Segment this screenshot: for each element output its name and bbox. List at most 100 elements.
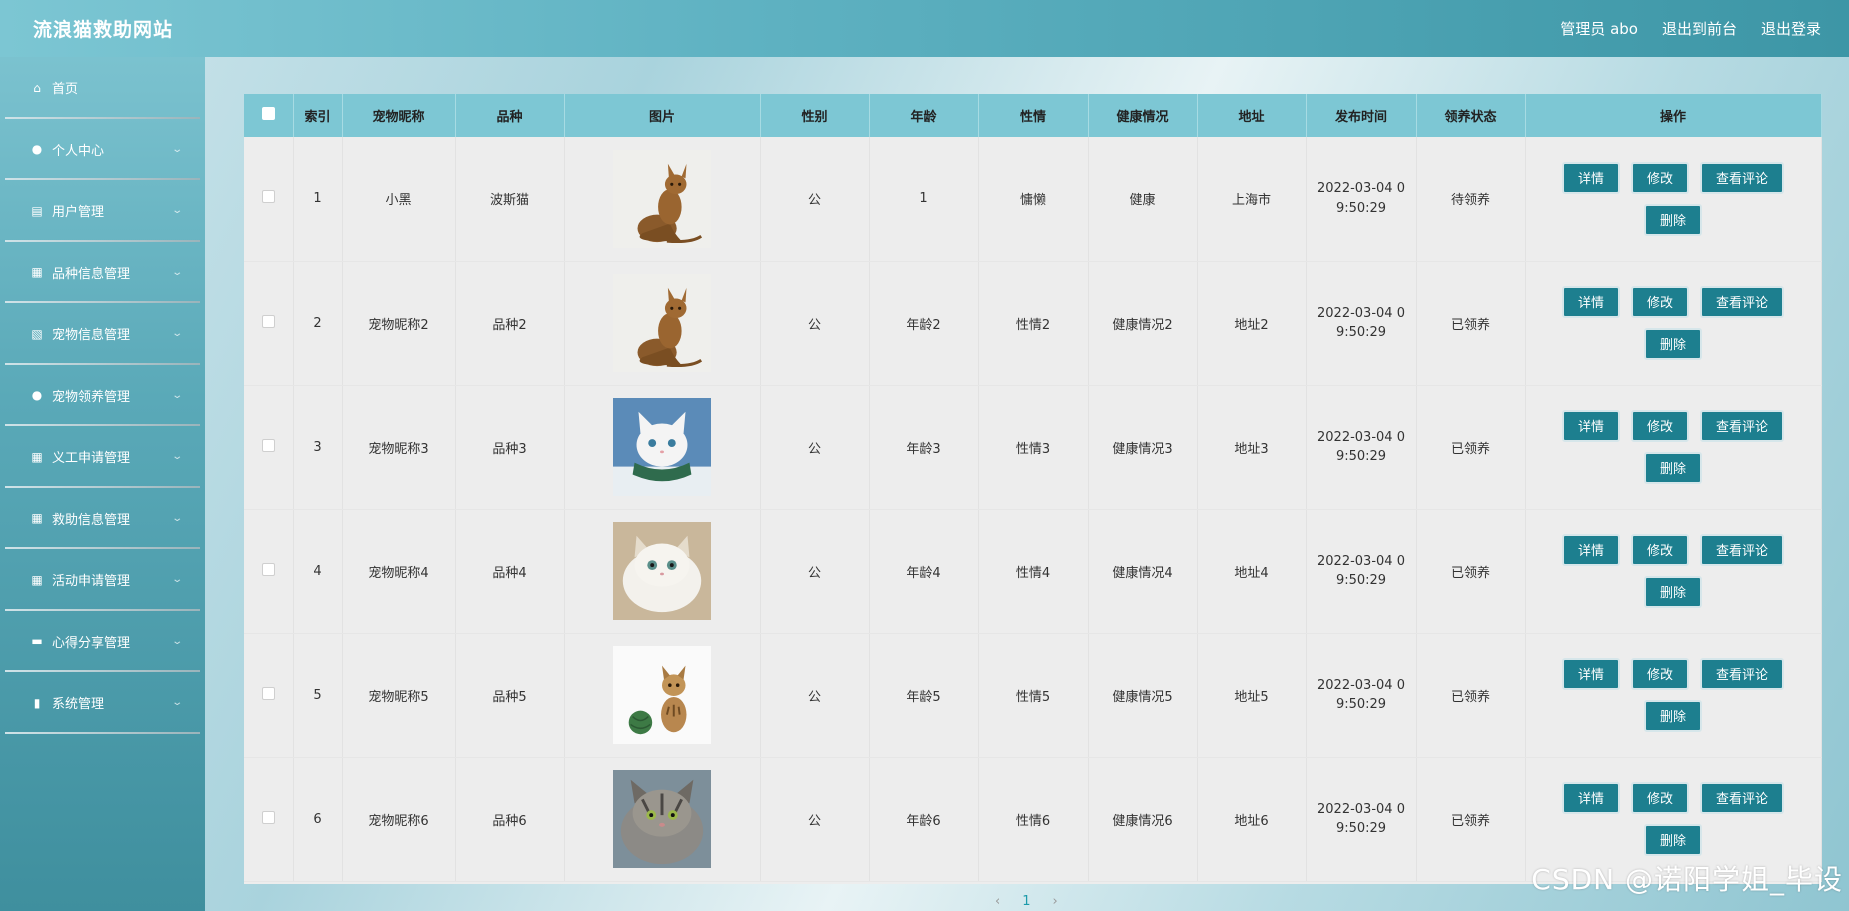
delete-button[interactable]: 删除	[1643, 452, 1702, 484]
cell-name: 宠物昵称6	[342, 757, 456, 882]
next-page-button[interactable]: ›	[1052, 894, 1057, 909]
row-checkbox[interactable]	[261, 438, 275, 452]
cell-address: 地址2	[1197, 261, 1307, 386]
cell-address: 地址6	[1197, 757, 1307, 882]
publish-time-cell: 2022-03-04 0 9:50:29	[1306, 261, 1417, 386]
cell-status: 已领养	[1416, 757, 1526, 882]
sidebar-item-6[interactable]: ▦ 义工申请管理 ⌄	[0, 426, 205, 488]
user-icon: ●	[31, 388, 43, 403]
sidebar: ⌂ 首页 ● 个人中心 ⌄ ▤ 用户管理 ⌄ ▦ 品种信息管理 ⌄ ▧ 宠物信息管理 ⌄ ● 宠物领养管理 ⌄ ▦…	[0, 57, 205, 911]
sidebar-item-7[interactable]: ▦ 救助信息管理 ⌄	[0, 488, 205, 550]
action-buttons: 详情 修改 查看评论删除	[1558, 410, 1788, 484]
view-comments-button[interactable]: 查看评论	[1700, 782, 1785, 814]
cell-age: 1	[869, 137, 979, 262]
cell-status: 已领养	[1416, 385, 1526, 510]
back-to-front-link[interactable]: 退出到前台	[1662, 18, 1737, 39]
row-checkbox[interactable]	[261, 810, 275, 824]
pagination: ‹ 1 ›	[995, 894, 1058, 909]
prev-page-button[interactable]: ‹	[995, 894, 1000, 909]
row-checkbox[interactable]	[261, 190, 275, 204]
detail-button[interactable]: 详情	[1561, 782, 1620, 814]
publish-clock: 9:50:29	[1335, 325, 1387, 340]
admin-user-link[interactable]: 管理员 abo	[1560, 18, 1638, 39]
edit-button[interactable]: 修改	[1630, 410, 1689, 442]
detail-button[interactable]: 详情	[1561, 658, 1620, 690]
detail-button[interactable]: 详情	[1561, 286, 1620, 318]
select-all-checkbox[interactable]	[261, 107, 275, 120]
select-all-header[interactable]	[244, 94, 294, 137]
delete-button[interactable]: 删除	[1643, 576, 1702, 608]
pet-photo	[613, 646, 711, 744]
edit-button[interactable]: 修改	[1630, 161, 1689, 194]
sidebar-item-8[interactable]: ▦ 活动申请管理 ⌄	[0, 549, 205, 611]
sidebar-item-label: 心得分享管理	[52, 635, 131, 651]
cell-temper: 性情3	[978, 385, 1089, 510]
view-comments-button[interactable]: 查看评论	[1700, 410, 1785, 442]
edit-button[interactable]: 修改	[1630, 286, 1689, 318]
view-comments-button[interactable]: 查看评论	[1700, 658, 1785, 690]
publish-clock: 9:50:29	[1335, 821, 1387, 836]
detail-button[interactable]: 详情	[1561, 534, 1620, 566]
sidebar-item-label: 活动申请管理	[52, 574, 131, 590]
detail-button[interactable]: 详情	[1561, 161, 1620, 194]
column-header: 领养状态	[1416, 94, 1526, 137]
row-checkbox[interactable]	[261, 314, 275, 328]
edit-button[interactable]: 修改	[1630, 658, 1689, 690]
publish-clock: 9:50:29	[1335, 200, 1387, 216]
row-select-cell	[244, 137, 294, 262]
sidebar-item-0[interactable]: ⌂ 首页	[0, 57, 205, 119]
logout-link[interactable]: 退出登录	[1761, 18, 1821, 39]
table-row: 4 宠物昵称4 品种4 公年龄4 性情4 健康情况4 地址4 2022-03-04 0 9:50…	[244, 509, 1822, 634]
sidebar-item-10[interactable]: ▮ 系统管理 ⌄	[0, 672, 205, 734]
delete-button[interactable]: 删除	[1643, 700, 1702, 732]
column-header: 地址	[1197, 94, 1307, 137]
delete-button[interactable]: 删除	[1643, 203, 1702, 236]
cell-status: 已领养	[1416, 633, 1526, 758]
briefcase-icon: ▬	[31, 634, 43, 649]
table-row: 3 宠物昵称3 品种3 公年龄3 性情3 健康情况3 地址3 2022-03-04 0 9:50…	[244, 385, 1822, 510]
publish-time-cell: 2022-03-04 0 9:50:29	[1306, 509, 1417, 634]
cell-health: 健康	[1088, 137, 1198, 262]
chevron-down-icon: ⌄	[170, 697, 183, 709]
sidebar-item-3[interactable]: ▦ 品种信息管理 ⌄	[0, 242, 205, 304]
cell-gender: 公	[760, 509, 870, 634]
sidebar-item-2[interactable]: ▤ 用户管理 ⌄	[0, 180, 205, 242]
publish-date: 2022-03-04 0	[1317, 677, 1405, 693]
publish-clock: 9:50:29	[1335, 697, 1387, 712]
delete-button[interactable]: 删除	[1643, 824, 1702, 856]
chevron-down-icon: ⌄	[170, 143, 183, 155]
grid-icon: ▦	[31, 449, 43, 464]
detail-button[interactable]: 详情	[1561, 410, 1620, 442]
sidebar-item-label: 首页	[52, 82, 79, 98]
sidebar-item-label: 宠物信息管理	[52, 328, 131, 344]
view-comments-button[interactable]: 查看评论	[1700, 161, 1785, 194]
cell-health: 健康情况6	[1088, 757, 1198, 882]
sidebar-item-5[interactable]: ● 宠物领养管理 ⌄	[0, 365, 205, 427]
column-header: 品种	[455, 94, 565, 137]
action-buttons: 详情 修改 查看评论删除	[1558, 658, 1788, 732]
cell-name: 小黑	[342, 137, 456, 262]
sidebar-item-4[interactable]: ▧ 宠物信息管理 ⌄	[0, 303, 205, 365]
pet-image-cell	[564, 137, 761, 262]
view-comments-button[interactable]: 查看评论	[1700, 534, 1785, 566]
edit-button[interactable]: 修改	[1630, 534, 1689, 566]
column-header: 操作	[1525, 94, 1822, 137]
clipboard-icon: ▤	[31, 203, 43, 218]
row-checkbox[interactable]	[261, 686, 275, 700]
sidebar-item-9[interactable]: ▬ 心得分享管理 ⌄	[0, 611, 205, 673]
row-checkbox[interactable]	[261, 562, 275, 576]
sidebar-item-label: 救助信息管理	[52, 512, 131, 528]
row-select-cell	[244, 385, 294, 510]
cell-gender: 公	[760, 137, 870, 262]
page-number-current[interactable]: 1	[1022, 894, 1030, 909]
view-comments-button[interactable]: 查看评论	[1700, 286, 1785, 318]
cell-status: 已领养	[1416, 261, 1526, 386]
sidebar-item-1[interactable]: ● 个人中心 ⌄	[0, 119, 205, 181]
sidebar-item-label: 品种信息管理	[52, 266, 131, 282]
top-header: 流浪猫救助网站 管理员 abo 退出到前台 退出登录	[0, 0, 1849, 57]
edit-button[interactable]: 修改	[1630, 782, 1689, 814]
cell-temper: 性情6	[978, 757, 1089, 882]
delete-button[interactable]: 删除	[1643, 328, 1702, 360]
column-header: 性情	[978, 94, 1089, 137]
table-header-row: 索引 宠物昵称 品种 图片 性别 年龄 性情 健康情况 地址 发布时间 领养状态 操作	[244, 94, 1822, 137]
